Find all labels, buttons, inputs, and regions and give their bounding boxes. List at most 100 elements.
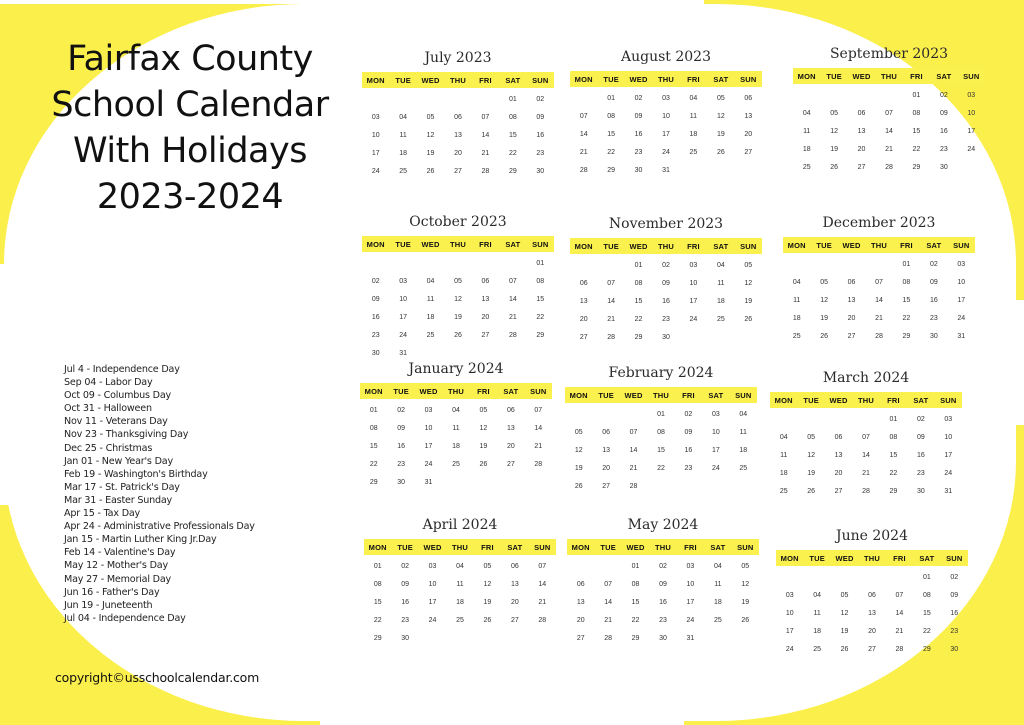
day-cell: 30 [371, 349, 380, 357]
weekday-header: MON TUE WED THU FRI SAT SUN [770, 392, 962, 408]
day-cell: 29 [634, 334, 643, 341]
day-grid: 01 02 03 04 05 06 07 08 09 10 11 12 13 14 15 16 17 18 19 20… [570, 90, 762, 179]
day-cell: 12 [454, 296, 462, 304]
month-calendar: May 2024 MON TUE WED THU FRI SAT SUN 01 02 03 04 05 0… [567, 514, 759, 647]
day-cell: 17 [944, 452, 953, 460]
weekday-label: FRI [684, 542, 697, 552]
weekday-header: MON TUE WED THU FRI SAT SUN [783, 237, 975, 253]
day-cell: 06 [847, 279, 856, 287]
weekday-label: MON [574, 74, 593, 84]
day-cell: 05 [840, 592, 849, 600]
day-cell: 20 [847, 315, 856, 323]
weekday-label: WED [629, 74, 648, 84]
weekday-header: MON TUE WED THU FRI SAT SUN [793, 68, 985, 84]
day-cell: 01 [922, 574, 931, 582]
weekday-label: WED [421, 75, 440, 85]
day-cell: 15 [373, 599, 382, 607]
day-cell: 07 [607, 280, 616, 288]
day-cell: 08 [912, 110, 921, 118]
day-cell: 10 [428, 581, 437, 589]
day-cell: 21 [538, 599, 547, 607]
day-cell: 23 [662, 316, 670, 324]
day-cell: 26 [830, 164, 839, 171]
weekday-label: MON [574, 241, 593, 251]
month-title: June 2024 [835, 528, 908, 544]
weekday-label: SUN [530, 386, 547, 396]
weekday-label: MON [787, 240, 806, 250]
day-cell: 20 [857, 146, 866, 154]
month-title: July 2023 [424, 50, 492, 66]
weekday-label: FRI [910, 71, 923, 81]
day-cell: 24 [944, 470, 953, 478]
weekday-label: WED [852, 71, 871, 81]
day-cell: 14 [538, 581, 547, 589]
day-cell: 04 [426, 278, 435, 286]
weekday-label: TUE [395, 239, 411, 249]
day-cell: 25 [792, 333, 801, 340]
day-cell: 27 [868, 646, 876, 653]
day-cell: 01 [536, 260, 545, 268]
weekday-label: SUN [735, 390, 752, 400]
day-cell: 24 [424, 461, 433, 469]
day-cell: 05 [830, 110, 839, 118]
day-cell: 16 [950, 610, 959, 618]
weekday-label: FRI [687, 241, 700, 251]
day-cell: 30 [536, 168, 545, 175]
day-cell: 10 [967, 110, 976, 118]
day-cell: 06 [454, 114, 462, 122]
day-cell: 04 [739, 411, 748, 419]
month-title: August 2023 [621, 49, 711, 65]
weekday-label: THU [652, 390, 669, 400]
day-cell: 13 [510, 581, 519, 589]
weekday-label: TUE [393, 386, 409, 396]
weekday-label: WED [419, 386, 438, 396]
weekday-label: WED [421, 239, 440, 249]
weekday-label: MON [366, 239, 385, 249]
weekday-label: MON [364, 386, 383, 396]
weekday-label: TUE [397, 542, 413, 552]
weekday-label: SUN [963, 71, 980, 81]
day-cell: 26 [820, 333, 829, 340]
day-cell: 24 [957, 315, 966, 323]
day-cell: 21 [862, 470, 870, 478]
holiday-item: Mar 17 - St. Patrick's Day [64, 481, 180, 493]
day-cell: 22 [902, 315, 911, 323]
weekday-label: SAT [926, 240, 942, 250]
day-cell: 29 [369, 479, 378, 486]
month-title: May 2024 [627, 517, 699, 533]
day-cell: 01 [657, 411, 665, 419]
month-calendar: June 2024 MON TUE WED THU FRI SAT SUN 01 02 03 04 05… [776, 525, 968, 658]
day-cell: 25 [779, 488, 788, 495]
day-cell: 03 [967, 92, 976, 100]
holiday-item: Feb 19 - Washington's Birthday [64, 468, 208, 480]
holiday-item: Jun 16 - Father's Day [64, 586, 160, 598]
day-cell: 13 [857, 128, 866, 136]
weekday-label: MON [571, 542, 590, 552]
day-cell: 18 [713, 599, 722, 607]
weekday-label: FRI [477, 386, 490, 396]
day-cell: 02 [634, 95, 643, 103]
weekday-label: TUE [816, 240, 832, 250]
day-cell: 31 [944, 488, 953, 495]
month-calendar: October 2023 MON TUE WED THU FRI SAT SUN 01 02 03 0… [362, 211, 554, 362]
weekday-header: MON TUE WED THU FRI SAT SUN [362, 72, 554, 88]
day-cell: 03 [957, 261, 966, 269]
day-cell: 23 [916, 470, 925, 478]
day-cell: 22 [631, 617, 640, 625]
weekday-label: FRI [481, 542, 494, 552]
day-cell: 28 [534, 461, 543, 469]
day-cell: 24 [785, 646, 794, 653]
month-title: February 2024 [608, 365, 714, 381]
day-cell: 11 [780, 452, 788, 460]
day-cell: 01 [369, 407, 378, 415]
day-cell: 11 [717, 280, 725, 288]
day-cell: 02 [950, 574, 959, 582]
day-cell: 13 [454, 132, 462, 140]
day-cell: 09 [371, 296, 380, 304]
day-cell: 17 [957, 297, 966, 305]
day-cell: 02 [929, 261, 938, 269]
day-cell: 11 [739, 429, 747, 437]
copyright-text: copyright©usschoolcalendar.com [55, 670, 260, 685]
month-title: January 2024 [408, 361, 504, 377]
day-grid: 01 02 03 04 05 06 07 08 09 10 11 12 13 14 15 16 17 18 19 20… [567, 558, 759, 647]
